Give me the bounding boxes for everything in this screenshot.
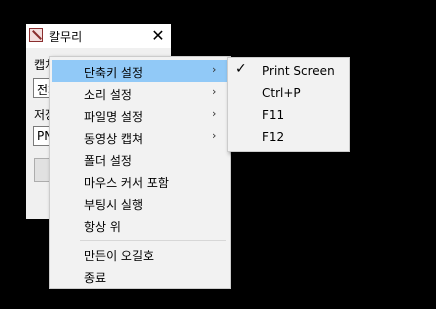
menu-item-sound-settings[interactable]: 소리 설정 › [52, 82, 228, 104]
chevron-right-icon: › [212, 85, 217, 98]
title-bar[interactable]: 칼무리 ✕ [26, 24, 171, 48]
submenu-item-label: Ctrl+P [262, 86, 301, 100]
menu-item-include-cursor[interactable]: 마우스 커서 포함 [52, 170, 228, 192]
app-icon [29, 28, 43, 42]
submenu-item-label: F11 [262, 108, 285, 122]
menu-item-folder-settings[interactable]: 폴더 설정 [52, 148, 228, 170]
menu-item-label: 소리 설정 [84, 88, 132, 102]
menu-item-hotkey-settings[interactable]: 단축키 설정 › [52, 60, 228, 82]
menu-item-label: 동영상 캡쳐 [84, 132, 144, 146]
chevron-right-icon: › [212, 129, 217, 142]
submenu-item-print-screen[interactable]: ✓ Print Screen [230, 60, 347, 82]
chevron-right-icon: › [212, 107, 217, 120]
menu-item-video-capture[interactable]: 동영상 캡쳐 › [52, 126, 228, 148]
menu-item-label: 부팅시 실행 [84, 198, 144, 212]
submenu-item-label: F12 [262, 130, 285, 144]
submenu-item-f12[interactable]: F12 [230, 126, 347, 148]
chevron-right-icon: › [212, 63, 217, 76]
close-icon[interactable]: ✕ [145, 24, 171, 48]
menu-item-label: 단축키 설정 [84, 66, 144, 80]
menu-item-label: 파일명 설정 [84, 110, 144, 124]
checkmark-icon: ✓ [235, 61, 247, 77]
menu-item-label: 종료 [84, 271, 107, 285]
menu-item-label: 마우스 커서 포함 [84, 176, 169, 190]
context-menu: 단축키 설정 › 소리 설정 › 파일명 설정 › 동영상 캡쳐 › 폴더 설정… [49, 56, 231, 289]
menu-separator [80, 240, 226, 241]
menu-item-label: 만든이 오길호 [84, 249, 155, 263]
menu-item-label: 폴더 설정 [84, 154, 132, 168]
menu-item-exit[interactable]: 종료 [52, 265, 228, 287]
hotkey-submenu: ✓ Print Screen Ctrl+P F11 F12 [227, 57, 350, 152]
menu-item-label: 항상 위 [84, 220, 121, 234]
submenu-item-label: Print Screen [262, 64, 335, 78]
menu-item-filename-settings[interactable]: 파일명 설정 › [52, 104, 228, 126]
window-title: 칼무리 [49, 30, 83, 44]
menu-item-run-at-startup[interactable]: 부팅시 실행 [52, 192, 228, 214]
submenu-item-ctrl-p[interactable]: Ctrl+P [230, 82, 347, 104]
submenu-item-f11[interactable]: F11 [230, 104, 347, 126]
menu-item-author[interactable]: 만든이 오길호 [52, 243, 228, 265]
menu-item-always-on-top[interactable]: 항상 위 [52, 214, 228, 236]
